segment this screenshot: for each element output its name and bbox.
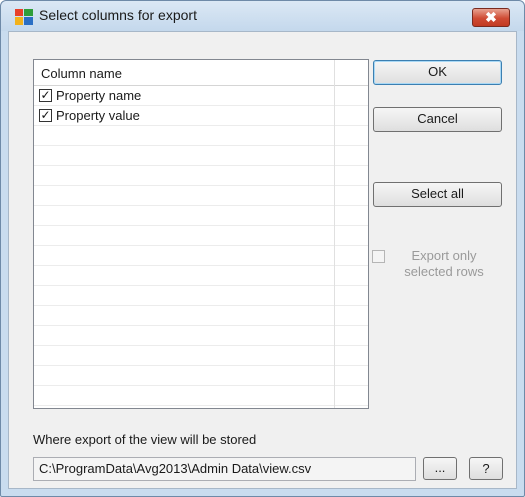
dialog-body: Column name ✓ Property name ✓ Property valu… xyxy=(8,31,517,489)
empty-cell xyxy=(335,206,368,226)
close-button[interactable]: ✖ xyxy=(472,8,510,27)
browse-button[interactable]: ... xyxy=(423,457,457,480)
empty-cell xyxy=(335,346,368,366)
window-title: Select columns for export xyxy=(39,7,197,23)
export-dialog: Select columns for export ✖ Column name … xyxy=(0,0,525,497)
empty-cell xyxy=(335,166,368,186)
cancel-button[interactable]: Cancel xyxy=(373,107,502,132)
storage-label: Where export of the view will be stored xyxy=(33,432,257,447)
list-item-label: Property name xyxy=(56,88,142,103)
empty-row[interactable] xyxy=(34,326,334,346)
close-icon: ✖ xyxy=(485,9,497,25)
empty-row[interactable] xyxy=(34,346,334,366)
empty-cell xyxy=(335,126,368,146)
help-button[interactable]: ? xyxy=(469,457,503,480)
ok-button[interactable]: OK xyxy=(373,60,502,85)
list-item[interactable]: ✓ Property name xyxy=(34,86,334,106)
empty-cell xyxy=(335,286,368,306)
empty-row[interactable] xyxy=(34,306,334,326)
empty-row[interactable] xyxy=(34,266,334,286)
empty-row[interactable] xyxy=(34,286,334,306)
empty-row[interactable] xyxy=(34,146,334,166)
list-item[interactable]: ✓ Property value xyxy=(34,106,334,126)
empty-row[interactable] xyxy=(34,226,334,246)
empty-cell xyxy=(335,86,368,106)
empty-cell xyxy=(335,266,368,286)
list-item-label: Property value xyxy=(56,108,140,123)
columns-list[interactable]: Column name ✓ Property name ✓ Property valu… xyxy=(33,59,369,409)
checkbox-icon[interactable]: ✓ xyxy=(39,109,52,122)
select-all-button[interactable]: Select all xyxy=(373,182,502,207)
empty-row[interactable] xyxy=(34,126,334,146)
title-bar[interactable]: Select columns for export ✖ xyxy=(1,1,524,31)
empty-cell xyxy=(335,106,368,126)
empty-row[interactable] xyxy=(34,206,334,226)
empty-row[interactable] xyxy=(34,166,334,186)
checkbox-icon[interactable] xyxy=(372,250,385,263)
empty-cell xyxy=(335,226,368,246)
empty-row[interactable] xyxy=(34,366,334,386)
empty-row[interactable] xyxy=(34,386,334,406)
list-header[interactable]: Column name xyxy=(34,60,368,86)
empty-row[interactable] xyxy=(34,246,334,266)
avg-logo-icon xyxy=(15,9,33,25)
column-header-name: Column name xyxy=(41,66,122,81)
empty-cell xyxy=(335,186,368,206)
empty-cell xyxy=(335,146,368,166)
checkbox-icon[interactable]: ✓ xyxy=(39,89,52,102)
empty-row[interactable] xyxy=(34,186,334,206)
export-only-label: Export only selected rows xyxy=(404,248,484,279)
empty-cell xyxy=(335,306,368,326)
export-path-field[interactable]: C:\ProgramData\Avg2013\Admin Data\view.c… xyxy=(33,457,416,481)
empty-cell xyxy=(335,326,368,346)
empty-cell xyxy=(335,246,368,266)
empty-cell xyxy=(335,366,368,386)
empty-cell xyxy=(335,386,368,406)
